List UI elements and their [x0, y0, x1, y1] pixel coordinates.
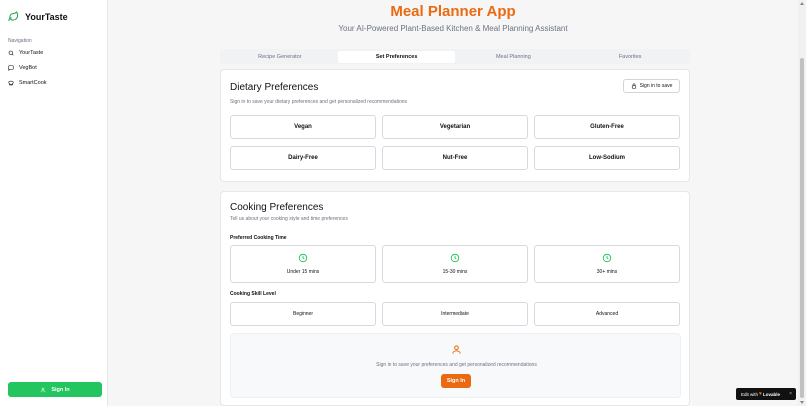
brand[interactable]: YourTaste — [8, 11, 68, 22]
close-icon[interactable]: × — [789, 391, 792, 397]
sign-in-label: Sign In — [51, 386, 70, 393]
sign-in-to-save-button[interactable]: Sign in to save — [623, 79, 680, 93]
scroll-down-arrow[interactable] — [800, 401, 804, 404]
lock-icon — [631, 83, 636, 89]
skill-option-intermediate[interactable]: Intermediate — [382, 302, 528, 326]
time-option-label: Under 15 mins — [286, 269, 320, 275]
sign-in-prompt: Sign in to save your preferences and get… — [230, 333, 681, 398]
diet-option-gluten-free[interactable]: Gluten-Free — [534, 115, 680, 139]
diet-option-nut-free[interactable]: Nut-Free — [382, 146, 528, 170]
scrollbar[interactable] — [798, 0, 806, 406]
user-icon — [41, 387, 46, 392]
time-option-label: 30+ mins — [596, 269, 618, 275]
skill-option-advanced[interactable]: Advanced — [534, 302, 680, 326]
main-content: Meal Planner App Your AI-Powered Plant-B… — [108, 0, 798, 406]
sidebar-item-yourtaste[interactable]: YourTaste — [8, 50, 43, 56]
tab-recipe-generator[interactable]: Recipe Generator — [222, 51, 339, 63]
chef-hat-icon — [8, 80, 14, 86]
time-option-15-30[interactable]: 15-30 mins — [382, 245, 528, 283]
clock-icon — [450, 253, 460, 263]
time-option-under-15[interactable]: Under 15 mins — [230, 245, 376, 283]
dietary-preferences-card: Dietary Preferences Sign in to save your… — [220, 69, 690, 182]
dietary-subtitle: Sign in to save your dietary preferences… — [230, 99, 408, 105]
diet-option-vegetarian[interactable]: Vegetarian — [382, 115, 528, 139]
sidebar-item-vegbot[interactable]: VegBot — [8, 65, 37, 71]
sidebar-item-smartcook[interactable]: SmartCook — [8, 80, 47, 86]
page-title: Meal Planner App — [390, 3, 516, 20]
user-icon — [452, 345, 461, 354]
nav-title: Navigation — [8, 38, 32, 44]
sign-in-button[interactable]: Sign In — [441, 374, 471, 388]
scrollbar-thumb[interactable] — [800, 58, 804, 398]
clock-icon — [602, 253, 612, 263]
time-option-30-plus[interactable]: 30+ mins — [534, 245, 680, 283]
skill-level-label: Cooking Skill Level — [230, 291, 276, 297]
chat-icon — [8, 65, 14, 71]
page-subtitle: Your AI-Powered Plant-Based Kitchen & Me… — [338, 24, 568, 33]
scroll-up-arrow[interactable] — [800, 2, 804, 5]
edit-with-lovable-badge[interactable]: Edit with ♥ Lovable × — [736, 388, 796, 400]
skill-option-beginner[interactable]: Beginner — [230, 302, 376, 326]
sidebar-item-label: SmartCook — [19, 80, 47, 86]
cooking-time-label: Preferred Cooking Time — [230, 235, 287, 241]
save-label: Sign in to save — [639, 83, 673, 89]
cooking-title: Cooking Preferences — [230, 202, 324, 213]
badge-prefix: Edit with — [741, 391, 759, 397]
tab-set-preferences[interactable]: Set Preferences — [338, 50, 455, 63]
sidebar-sign-in-button[interactable]: Sign In — [8, 382, 102, 397]
search-icon — [8, 50, 14, 56]
tab-bar: Recipe Generator Set Preferences Meal Pl… — [220, 49, 690, 64]
sidebar-item-label: VegBot — [19, 65, 37, 71]
diet-option-dairy-free[interactable]: Dairy-Free — [230, 146, 376, 170]
brand-name: YourTaste — [25, 11, 68, 22]
clock-icon — [298, 253, 308, 263]
sidebar: YourTaste Navigation YourTaste VegBot Sm… — [0, 0, 108, 406]
sign-in-message: Sign in to save your preferences and get… — [376, 362, 537, 368]
dietary-title: Dietary Preferences — [230, 82, 319, 93]
tab-favorites[interactable]: Favorites — [572, 51, 689, 63]
diet-option-vegan[interactable]: Vegan — [230, 115, 376, 139]
heart-icon: ♥ — [759, 391, 762, 397]
tab-meal-planning[interactable]: Meal Planning — [455, 51, 572, 63]
cooking-subtitle: Tell us about your cooking style and tim… — [230, 216, 348, 222]
sidebar-item-label: YourTaste — [19, 50, 44, 56]
badge-brand: Lovable — [762, 391, 780, 397]
time-option-label: 15-30 mins — [442, 269, 468, 275]
cooking-preferences-card: Cooking Preferences Tell us about your c… — [220, 191, 690, 406]
leaf-icon — [8, 11, 19, 22]
diet-option-low-sodium[interactable]: Low-Sodium — [534, 146, 680, 170]
